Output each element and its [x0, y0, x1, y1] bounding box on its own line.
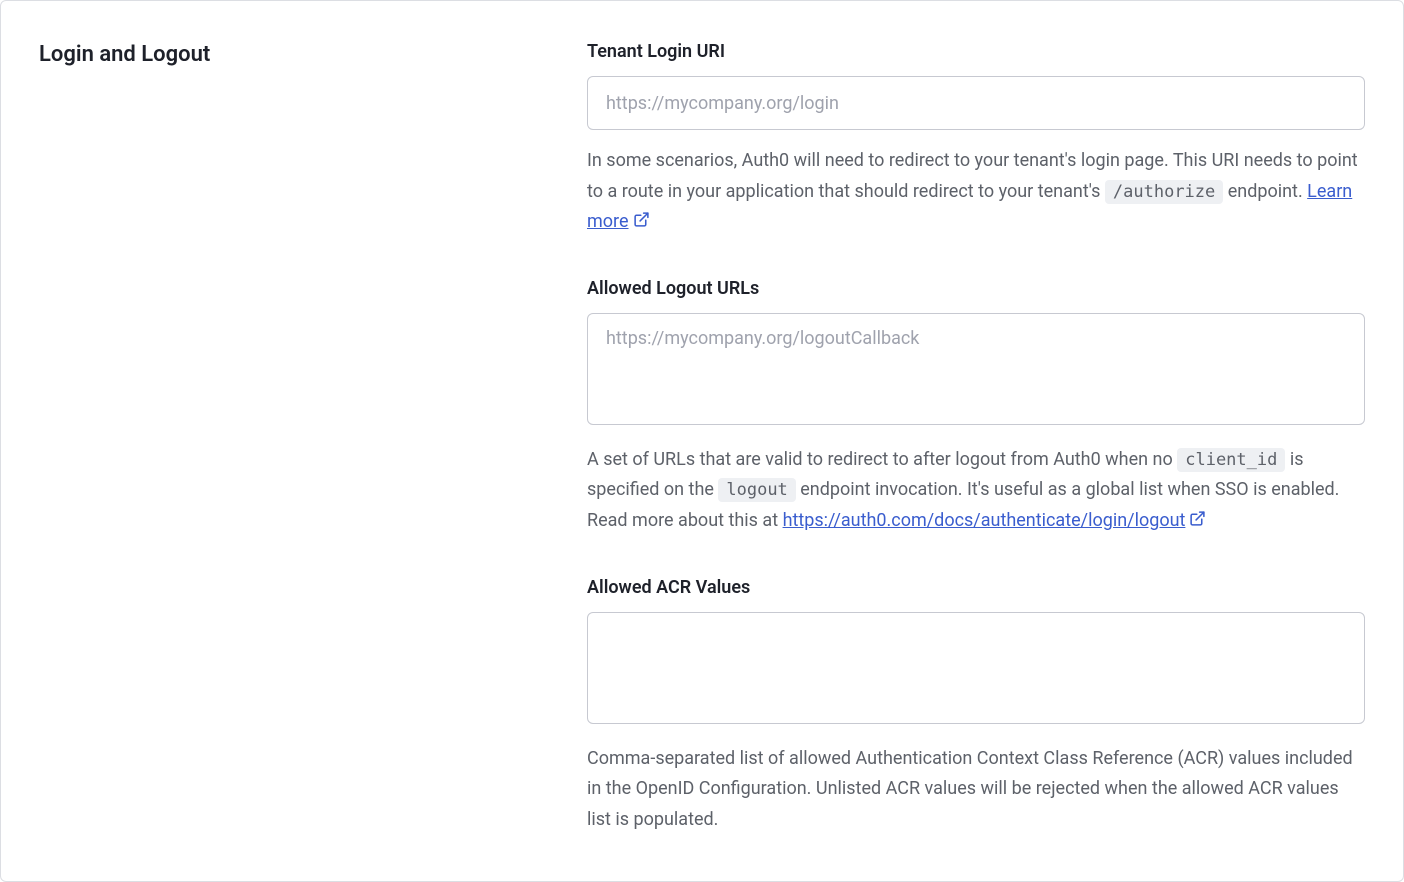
section-left: Login and Logout — [39, 41, 539, 841]
code-logout: logout — [718, 478, 795, 502]
input-tenant-login-uri[interactable] — [587, 76, 1365, 130]
help-allowed-acr-values: Comma-separated list of allowed Authenti… — [587, 744, 1365, 836]
help-text-segment: A set of URLs that are valid to redirect… — [587, 449, 1177, 470]
label-tenant-login-uri: Tenant Login URI — [587, 41, 1365, 62]
logout-docs-link[interactable]: https://auth0.com/docs/authenticate/logi… — [783, 510, 1207, 531]
help-tenant-login-uri: In some scenarios, Auth0 will need to re… — [587, 146, 1365, 238]
section-title: Login and Logout — [39, 41, 539, 70]
help-allowed-logout-urls: A set of URLs that are valid to redirect… — [587, 445, 1365, 537]
external-link-icon — [1189, 510, 1206, 527]
link-label: https://auth0.com/docs/authenticate/logi… — [783, 510, 1186, 531]
settings-panel: Login and Logout Tenant Login URI In som… — [0, 0, 1404, 882]
field-tenant-login-uri: Tenant Login URI In some scenarios, Auth… — [587, 41, 1365, 238]
field-allowed-acr-values: Allowed ACR Values Comma-separated list … — [587, 577, 1365, 836]
code-client-id: client_id — [1177, 448, 1285, 472]
help-text-segment: endpoint. — [1223, 181, 1307, 202]
external-link-icon — [633, 211, 650, 228]
label-allowed-acr-values: Allowed ACR Values — [587, 577, 1365, 598]
textarea-allowed-acr-values[interactable] — [587, 612, 1365, 724]
code-authorize: /authorize — [1105, 180, 1223, 204]
textarea-allowed-logout-urls[interactable] — [587, 313, 1365, 425]
field-allowed-logout-urls: Allowed Logout URLs A set of URLs that a… — [587, 278, 1365, 537]
label-allowed-logout-urls: Allowed Logout URLs — [587, 278, 1365, 299]
section-right: Tenant Login URI In some scenarios, Auth… — [587, 41, 1365, 841]
